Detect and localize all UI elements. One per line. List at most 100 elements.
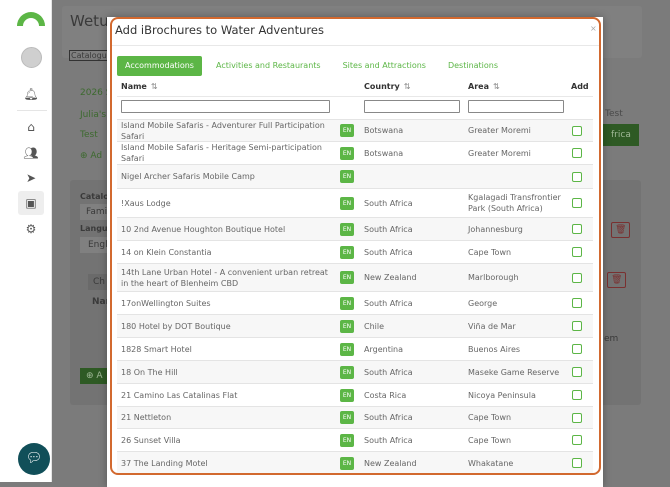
column-label: Area [468,82,489,91]
image-icon[interactable]: ▣ [18,191,44,215]
sort-icon[interactable]: ⇅ [151,82,158,91]
add-checkbox[interactable] [572,458,582,468]
row-area: Viña de Mar [468,321,516,331]
add-checkbox[interactable] [572,198,582,208]
divider [17,110,47,111]
row-name: 18 On The Hill [121,367,178,377]
users-icon[interactable]: 👥︎ [20,143,42,163]
bell-icon[interactable]: 🔔︎ [20,84,42,104]
row-name: Island Mobile Safaris - Heritage Semi-pa… [121,143,322,163]
language-badge: EN [340,271,354,284]
send-icon[interactable]: ➤ [20,168,42,188]
language-badge: EN [340,170,354,183]
row-name: 37 The Landing Motel [121,458,208,468]
language-badge: EN [340,296,354,310]
add-button-label: A [96,371,103,381]
row-country: Botswana [364,126,404,135]
table-row: Island Mobile Safaris - Heritage Semi-pa… [117,141,593,164]
home-icon[interactable]: ⌂ [20,117,42,137]
row-country: South Africa [364,198,413,208]
add-checkbox[interactable] [572,435,582,445]
tab-sites-attractions[interactable]: Sites and Attractions [335,56,434,76]
gear-icon[interactable]: ⚙ [20,219,42,239]
row-name: 26 Sunset Villa [121,435,181,445]
row-area: Kgalagadi Transfrontier Park (South Afri… [468,193,561,213]
modal-title: Add iBrochures to Water Adventures [115,23,324,37]
delete-icon[interactable]: 🗑︎ [607,272,627,288]
row-country: South Africa [364,367,413,377]
tab-destinations[interactable]: Destinations [440,56,506,76]
add-link[interactable]: ⊕ Ad [80,151,102,161]
add-checkbox[interactable] [572,390,582,400]
row-area: Greater Moremi [468,148,531,158]
language-badge: EN [340,342,354,356]
row-country: Botswana [364,148,404,158]
country-filter-input[interactable] [364,100,460,113]
language-badge: EN [340,319,354,333]
table-row: 26 Sunset Villa EN South Africa Cape Tow… [117,428,593,451]
table-row: !Xaus Lodge EN South Africa Kgalagadi Tr… [117,188,593,217]
add-checkbox[interactable] [572,272,582,283]
row-area: Cape Town [468,247,512,257]
language-badge: EN [340,456,354,470]
list-item[interactable]: Julia's [80,110,106,120]
divider [111,45,599,46]
chat-button[interactable]: 💬︎ [18,443,50,475]
column-add: Add [571,82,589,91]
row-name: 1828 Smart Hotel [121,344,192,354]
name-filter-input[interactable] [121,100,330,113]
table-row: 10 2nd Avenue Houghton Boutique Hotel EN… [117,217,593,240]
delete-icon[interactable]: 🗑︎ [611,222,631,238]
language-badge: EN [340,196,354,210]
add-checkbox[interactable] [572,367,582,377]
add-checkbox[interactable] [572,247,582,257]
add-checkbox[interactable] [572,148,582,158]
add-checkbox[interactable] [572,171,582,182]
language-badge: EN [340,146,354,160]
row-area: Johannesburg [468,224,523,234]
row-area: Buenos Aires [468,344,521,354]
sort-icon[interactable]: ⇅ [404,82,411,91]
area-filter-input[interactable] [468,100,564,113]
column-country[interactable]: Country ⇅ [364,82,410,91]
row-country: Costa Rica [364,390,407,400]
table-row: 17onWellington Suites EN South Africa Ge… [117,291,593,314]
tabs: Accommodations Activities and Restaurant… [117,56,512,76]
avatar[interactable] [21,47,42,68]
row-name: 14 on Klein Constantia [121,247,212,257]
row-country: New Zealand [364,458,417,468]
tab-accommodations[interactable]: Accommodations [117,56,202,76]
row-country: Chile [364,321,385,331]
column-label: Name [121,82,147,91]
add-checkbox[interactable] [572,125,582,136]
tab-activities-restaurants[interactable]: Activities and Restaurants [208,56,329,76]
column-area[interactable]: Area ⇅ [468,82,500,91]
row-name: Nigel Archer Safaris Mobile Camp [121,172,255,181]
divider [117,96,593,97]
add-button[interactable]: ⊕ A [80,368,109,384]
row-country: Argentina [364,344,404,354]
row-name: 180 Hotel by DOT Boutique [121,321,231,331]
add-checkbox[interactable] [572,224,582,234]
add-checkbox[interactable] [572,412,582,423]
column-name[interactable]: Name ⇅ [121,82,158,91]
add-checkbox[interactable] [572,321,582,331]
row-area: Greater Moremi [468,126,531,135]
close-icon[interactable]: × [590,24,597,33]
right-button[interactable]: frica [603,124,639,146]
sort-icon[interactable]: ⇅ [493,82,500,91]
add-checkbox[interactable] [572,298,582,308]
table-row: 18 On The Hill EN South Africa Maseke Ga… [117,360,593,383]
language-badge: EN [340,365,354,379]
row-name: 17onWellington Suites [121,298,211,308]
add-checkbox[interactable] [572,344,582,354]
table-row: 14th Lane Urban Hotel - A convenient urb… [117,263,593,291]
row-area: Cape Town [468,413,512,422]
em-text: em [604,334,619,344]
row-country: South Africa [364,435,413,445]
add-link-label: Ad [90,151,103,161]
row-name: !Xaus Lodge [121,198,171,208]
row-country: South Africa [364,247,413,257]
list-item[interactable]: Test [80,130,98,140]
row-area: Whakatane [468,458,514,468]
